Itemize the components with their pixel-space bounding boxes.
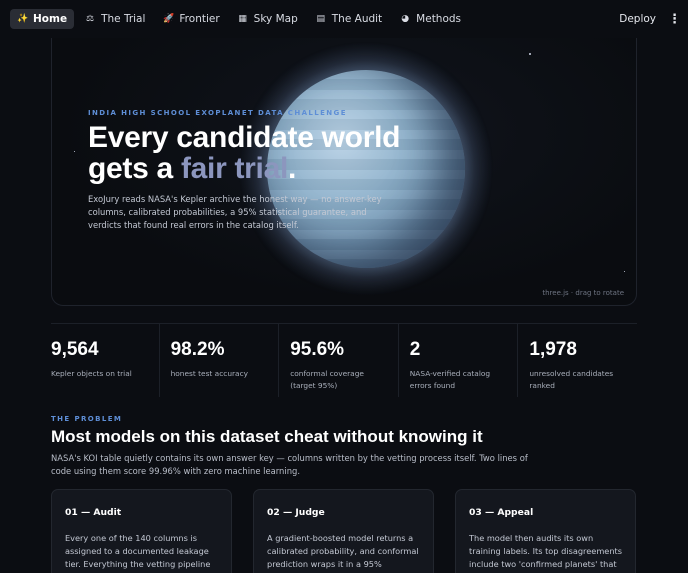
nav-item-frontier[interactable]: 🚀 Frontier: [156, 9, 226, 29]
hero-title: Every candidate world gets a fair trial.: [88, 122, 418, 184]
stat-value: 98.2%: [170, 339, 225, 360]
section-description: NASA's KOI table quietly contains its ow…: [51, 453, 528, 476]
stat-unresolved-candidates: 1,978 unresolved candidates ranked: [517, 324, 637, 397]
stat-label: conformal coverage (target 95%): [290, 369, 364, 390]
stat-value: 95.6%: [290, 339, 345, 360]
nav-item-methods[interactable]: ◕ Methods: [393, 9, 468, 29]
card-body: Every one of the 140 columns is assigned…: [65, 533, 211, 569]
card-body: The model then audits its own training l…: [469, 533, 622, 569]
nav-item-home[interactable]: ✨ Home: [10, 9, 75, 29]
hero-title-accent: fair trial: [180, 152, 288, 185]
stat-value: 1,978: [529, 339, 577, 360]
nav-item-label: Sky Map: [253, 13, 298, 25]
nav-item-label: The Trial: [101, 13, 146, 25]
more-menu-icon[interactable]: ⋮: [668, 12, 681, 27]
stat-test-accuracy: 98.2% honest test accuracy: [158, 324, 279, 397]
stat-label: NASA-verified catalog errors found: [409, 369, 491, 390]
stat-catalog-errors: 2 NASA-verified catalog errors found: [397, 324, 518, 397]
stat-label: unresolved candidates ranked: [529, 369, 614, 390]
top-nav: ✨ Home ⚖ The Trial 🚀 Frontier ▦ Sky Map …: [0, 0, 688, 38]
nav-item-label: The Audit: [331, 13, 383, 25]
hero-title-line2: gets a: [88, 152, 181, 185]
nav-item-label: Home: [33, 13, 68, 25]
hero-eyebrow: INDIA HIGH SCHOOL EXOPLANET DATA CHALLEN…: [88, 109, 347, 117]
nav-item-the-trial[interactable]: ⚖ The Trial: [78, 9, 152, 29]
section-title: Most models on this dataset cheat withou…: [51, 427, 483, 446]
stat-conformal-coverage: 95.6% conformal coverage (target 95%): [278, 324, 398, 397]
stat-kepler-objects: 9,564 Kepler objects on trial: [51, 324, 159, 397]
stat-value: 9,564: [51, 339, 99, 360]
brain-icon: ◕: [401, 13, 410, 24]
stat-value: 2: [409, 339, 421, 360]
hero-caption: three.js · drag to rotate: [542, 289, 624, 297]
card-appeal: 03 — Appeal The model then audits its ow…: [455, 489, 636, 573]
card-body: A gradient-boosted model returns a calib…: [267, 533, 419, 569]
hero-title-line1: Every candidate world: [88, 121, 401, 154]
nav-item-sky-map[interactable]: ▦ Sky Map: [231, 9, 305, 29]
nav-item-label: Frontier: [179, 13, 220, 25]
chart-icon: ▦: [238, 13, 247, 24]
stat-label: Kepler objects on trial: [51, 369, 132, 378]
sparkle-icon: ✨: [17, 13, 29, 24]
card-audit: 01 — Audit Every one of the 140 columns …: [51, 489, 232, 573]
clipboard-icon: ▤: [316, 13, 326, 24]
card-title: 01 — Audit: [65, 507, 122, 518]
nav-item-label: Methods: [416, 13, 462, 25]
star: [624, 271, 625, 272]
star: [529, 53, 531, 55]
star: [74, 151, 75, 152]
card-title: 02 — Judge: [267, 507, 325, 518]
hero-description: ExoJury reads NASA's Kepler archive the …: [88, 194, 382, 230]
deploy-button[interactable]: Deploy: [619, 13, 656, 25]
card-judge: 02 — Judge A gradient-boosted model retu…: [253, 489, 434, 573]
section-eyebrow: THE PROBLEM: [51, 415, 123, 423]
card-title: 03 — Appeal: [469, 507, 534, 518]
rocket-icon: 🚀: [163, 13, 175, 24]
hero-title-suffix: .: [288, 152, 297, 185]
gavel-icon: ⚖: [86, 13, 95, 24]
stats-row: 9,564 Kepler objects on trial 98.2% hone…: [51, 323, 637, 397]
nav-item-the-audit[interactable]: ▤ The Audit: [309, 9, 389, 29]
stat-label: honest test accuracy: [170, 369, 249, 378]
hero-card: INDIA HIGH SCHOOL EXOPLANET DATA CHALLEN…: [51, 38, 637, 306]
